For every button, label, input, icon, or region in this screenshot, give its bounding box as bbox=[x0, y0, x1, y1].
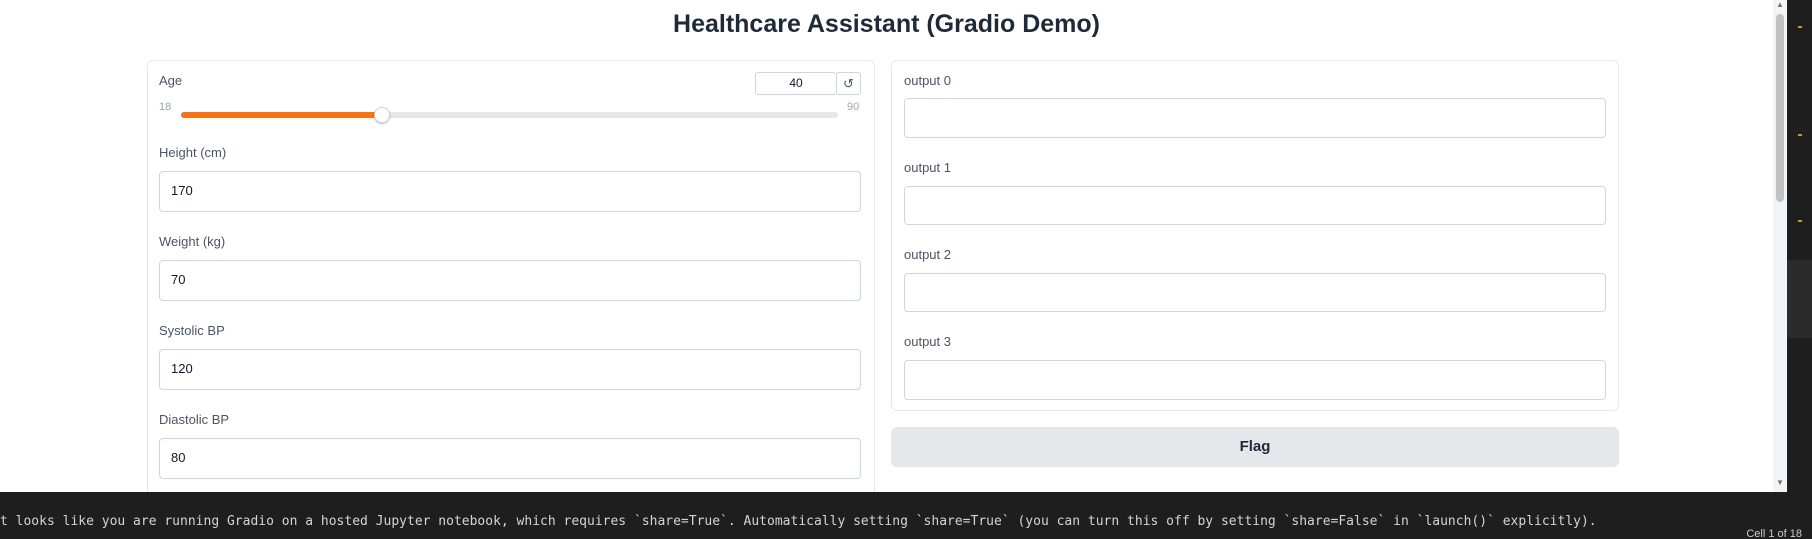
height-input[interactable]: 170 bbox=[159, 171, 861, 212]
output-panel: output 0 output 1 output 2 output 3 bbox=[891, 60, 1619, 411]
scroll-down-icon[interactable]: ▼ bbox=[1773, 478, 1787, 487]
output-1-label: output 1 bbox=[904, 160, 951, 175]
minimap-marker bbox=[1798, 220, 1802, 222]
age-label: Age bbox=[159, 73, 183, 88]
editor-minimap bbox=[1787, 0, 1812, 492]
age-min-label: 18 bbox=[159, 101, 172, 113]
minimap-marker bbox=[1798, 134, 1802, 136]
systolic-label: Systolic BP bbox=[159, 323, 225, 338]
age-reset-button[interactable]: ↺ bbox=[836, 72, 861, 95]
vertical-scrollbar[interactable]: ▲ ▼ bbox=[1773, 0, 1787, 492]
weight-label: Weight (kg) bbox=[159, 234, 226, 249]
scroll-up-icon[interactable]: ▲ bbox=[1773, 0, 1787, 9]
flag-button[interactable]: Flag bbox=[891, 427, 1619, 467]
age-slider-fill bbox=[181, 112, 383, 118]
output-2-textbox[interactable] bbox=[904, 273, 1606, 312]
height-label: Height (cm) bbox=[159, 145, 227, 160]
console-message: t looks like you are running Gradio on a… bbox=[0, 514, 1597, 529]
minimap-marker bbox=[1798, 26, 1802, 28]
diastolic-input[interactable]: 80 bbox=[159, 438, 861, 479]
output-0-textbox[interactable] bbox=[904, 98, 1606, 138]
output-1-textbox[interactable] bbox=[904, 186, 1606, 225]
weight-input[interactable]: 70 bbox=[159, 260, 861, 301]
output-3-label: output 3 bbox=[904, 334, 951, 349]
gradio-app: Healthcare Assistant (Gradio Demo) Age 4… bbox=[0, 0, 1773, 492]
diastolic-label: Diastolic BP bbox=[159, 412, 230, 427]
scrollbar-thumb[interactable] bbox=[1776, 14, 1784, 202]
age-max-label: 90 bbox=[847, 101, 860, 113]
output-0-label: output 0 bbox=[904, 73, 951, 88]
minimap-viewport bbox=[1787, 260, 1812, 338]
page-title: Healthcare Assistant (Gradio Demo) bbox=[673, 10, 1100, 38]
age-number-input[interactable]: 40 bbox=[755, 72, 837, 95]
output-console: t looks like you are running Gradio on a… bbox=[0, 492, 1812, 539]
age-slider-thumb[interactable] bbox=[374, 107, 391, 123]
output-3-textbox[interactable] bbox=[904, 360, 1606, 400]
reset-icon: ↺ bbox=[843, 76, 854, 91]
input-panel: Age 40 ↺ 18 90 Height (cm) 170 Weight (k… bbox=[147, 60, 875, 492]
cell-status: Cell 1 of 18 bbox=[1746, 528, 1802, 539]
systolic-input[interactable]: 120 bbox=[159, 349, 861, 390]
output-2-label: output 2 bbox=[904, 247, 951, 262]
